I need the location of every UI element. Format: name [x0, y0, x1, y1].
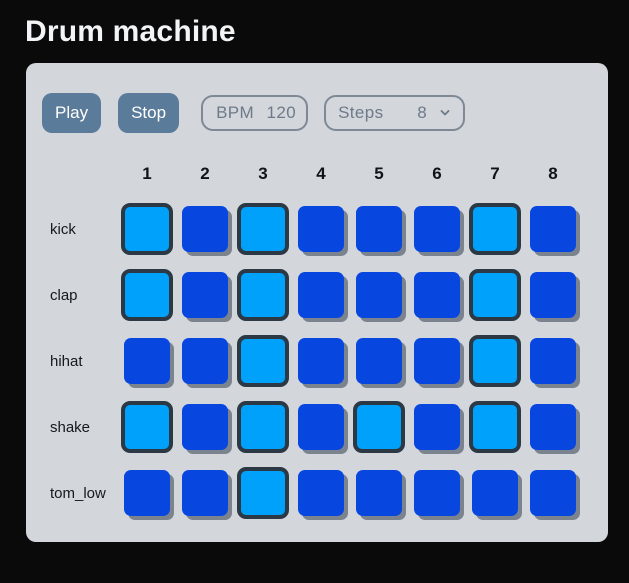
pad-shake-8[interactable]: [530, 404, 576, 450]
pad-clap-5[interactable]: [356, 272, 402, 318]
pad-hihat-4[interactable]: [298, 338, 344, 384]
pad-kick-4[interactable]: [298, 206, 344, 252]
track-label-clap: clap: [50, 286, 78, 304]
steps-label: Steps: [338, 103, 384, 122]
pad-hihat-2[interactable]: [182, 338, 228, 384]
pad-kick-5[interactable]: [356, 206, 402, 252]
drum-panel: Play Stop BPM Steps 8 1 2 3 4 5 6 7 8 kick clap hi…: [26, 63, 608, 542]
track-label-kick: kick: [50, 220, 76, 238]
stop-button[interactable]: Stop: [118, 93, 180, 133]
pad-clap-3[interactable]: [237, 269, 289, 321]
pad-hihat-5[interactable]: [356, 338, 402, 384]
bpm-input[interactable]: [254, 103, 297, 123]
bpm-label: BPM: [216, 103, 255, 122]
pad-hihat-3[interactable]: [237, 335, 289, 387]
pad-shake-1[interactable]: [121, 401, 173, 453]
pad-tom_low-7[interactable]: [472, 470, 518, 516]
pad-kick-3[interactable]: [237, 203, 289, 255]
pad-shake-3[interactable]: [237, 401, 289, 453]
steps-select[interactable]: Steps 8: [324, 95, 466, 131]
pad-hihat-7[interactable]: [469, 335, 521, 387]
pad-kick-8[interactable]: [530, 206, 576, 252]
step-number-7: 7: [490, 164, 500, 183]
pad-kick-2[interactable]: [182, 206, 228, 252]
pad-hihat-8[interactable]: [530, 338, 576, 384]
pad-shake-2[interactable]: [182, 404, 228, 450]
pad-clap-6[interactable]: [414, 272, 460, 318]
pad-tom_low-4[interactable]: [298, 470, 344, 516]
track-label-tom_low: tom_low: [50, 484, 106, 502]
step-number-5: 5: [374, 164, 384, 183]
pad-clap-7[interactable]: [469, 269, 521, 321]
pad-kick-6[interactable]: [414, 206, 460, 252]
track-label-hihat: hihat: [50, 352, 83, 370]
step-number-4: 4: [316, 164, 326, 183]
pad-shake-6[interactable]: [414, 404, 460, 450]
page-title: Drum machine: [25, 15, 236, 48]
play-button[interactable]: Play: [42, 93, 102, 133]
pad-clap-1[interactable]: [121, 269, 173, 321]
pad-kick-1[interactable]: [121, 203, 173, 255]
step-number-2: 2: [200, 164, 210, 183]
pad-tom_low-6[interactable]: [414, 470, 460, 516]
steps-value: 8: [417, 103, 428, 122]
pad-tom_low-2[interactable]: [182, 470, 228, 516]
transport-controls: Play Stop BPM Steps 8: [42, 93, 608, 133]
pad-tom_low-1[interactable]: [124, 470, 170, 516]
pad-shake-5[interactable]: [353, 401, 405, 453]
chevron-down-icon: [439, 107, 451, 119]
pad-tom_low-5[interactable]: [356, 470, 402, 516]
step-number-1: 1: [142, 164, 152, 183]
pad-kick-7[interactable]: [469, 203, 521, 255]
track-label-shake: shake: [50, 418, 91, 436]
pad-clap-2[interactable]: [182, 272, 228, 318]
pad-shake-7[interactable]: [469, 401, 521, 453]
step-number-6: 6: [432, 164, 442, 183]
pad-shake-4[interactable]: [298, 404, 344, 450]
sequencer-grid: 1 2 3 4 5 6 7 8 kick clap hihat shake tom_low: [42, 162, 608, 519]
pad-clap-4[interactable]: [298, 272, 344, 318]
bpm-group: BPM: [201, 95, 309, 131]
step-number-3: 3: [258, 164, 268, 183]
pad-hihat-6[interactable]: [414, 338, 460, 384]
pad-hihat-1[interactable]: [124, 338, 170, 384]
step-number-8: 8: [548, 164, 558, 183]
pad-tom_low-3[interactable]: [237, 467, 289, 519]
pad-tom_low-8[interactable]: [530, 470, 576, 516]
pad-clap-8[interactable]: [530, 272, 576, 318]
